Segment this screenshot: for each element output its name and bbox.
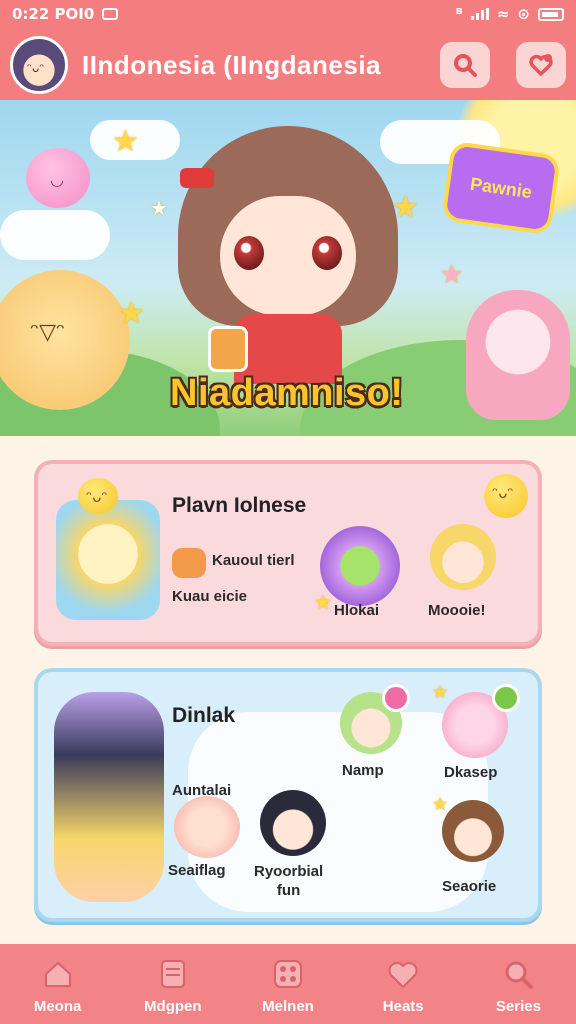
balloon-character [26, 148, 90, 208]
item-label[interactable]: Dkasep [444, 764, 497, 781]
card-title: Plavn Iolnese [172, 494, 307, 517]
cat-character[interactable] [174, 796, 240, 858]
star-icon: ★ [112, 124, 139, 159]
hero-badge: Pawnie [440, 140, 562, 236]
dark-hair-character[interactable] [260, 790, 326, 856]
fox-icon [172, 548, 206, 578]
star-icon: ★ [314, 590, 332, 614]
star-icon: ★ [118, 296, 145, 331]
status-bar: 0:22 POI0 ᴮ ≈ ⊙ [0, 0, 576, 28]
item-label[interactable]: Seaiflag [168, 862, 226, 879]
group-characters [54, 692, 164, 902]
heart-badge-icon [529, 54, 553, 76]
data-icon: ⊙ [517, 5, 530, 23]
smiley-icon [484, 474, 528, 518]
card-line: Kuau eicie [172, 588, 248, 605]
brown-hair-character[interactable] [442, 800, 504, 862]
app-header: IIndonesia (IIngdanesia [0, 30, 576, 100]
sparkle-icon: ★ [150, 196, 168, 220]
heart-icon [388, 961, 418, 988]
hero-banner[interactable]: ★ ★ ★ ★ ★ Pawnie Niadamniso! [0, 100, 576, 436]
play-icon [492, 684, 520, 712]
search-icon [505, 961, 534, 989]
bottom-nav: Meona Mdgpen Melnen Heats Series [0, 944, 576, 1024]
item-label[interactable]: Moooie! [428, 602, 486, 619]
item-label[interactable]: Namp [342, 762, 384, 779]
notification-icon [102, 8, 119, 20]
star-icon: ★ [440, 260, 464, 290]
featured-card[interactable]: Plavn Iolnese Kauoul tierl Kuau eicie ★ … [34, 460, 542, 646]
group-card[interactable]: Dinlak Auntalai Namp ★ Dkasep Seaiflag R… [34, 668, 542, 922]
card-line: Kauoul tierl [212, 552, 295, 569]
search-icon [454, 54, 477, 77]
page-title: IIndonesia (IIngdanesia [82, 49, 381, 80]
sim-icon: ᴮ [455, 5, 463, 23]
wifi-icon: ≈ [496, 5, 510, 23]
juice-icon[interactable] [320, 526, 400, 606]
games-icon [274, 959, 302, 988]
nav-item-search[interactable]: Series [461, 944, 576, 1024]
signal-icon [470, 8, 489, 20]
avatar[interactable] [10, 36, 68, 94]
favorites-button[interactable] [516, 42, 566, 88]
blonde-character[interactable] [430, 524, 496, 590]
hero-title: Niadamniso! [170, 372, 404, 414]
badge-icon [382, 684, 410, 712]
nav-item-games[interactable]: Melnen [230, 944, 345, 1024]
cloud-decoration [0, 210, 110, 260]
card-title: Dinlak [172, 704, 236, 727]
chick-icon [78, 478, 118, 514]
item-label[interactable]: Ryoorbial fun [254, 862, 323, 900]
item-label[interactable]: Seaorie [442, 878, 496, 895]
drink-icon [208, 326, 248, 372]
mascot-girl [168, 126, 408, 384]
star-icon: ★ [432, 794, 449, 815]
book-icon [160, 959, 185, 988]
bow-decoration [180, 168, 214, 188]
character-avatar [56, 500, 160, 620]
battery-icon [538, 7, 564, 21]
nav-item-home[interactable]: Meona [0, 944, 115, 1024]
item-label[interactable]: Hlokai [334, 602, 379, 619]
nav-item-book[interactable]: Mdgpen [115, 944, 230, 1024]
status-time: 0:22 POI0 [12, 5, 119, 23]
nav-item-hearts[interactable]: Heats [346, 944, 461, 1024]
home-icon [44, 961, 71, 987]
search-button[interactable] [440, 42, 490, 88]
bunny-character [466, 290, 570, 420]
status-icons: ᴮ ≈ ⊙ [456, 5, 564, 23]
star-icon: ★ [432, 682, 449, 703]
